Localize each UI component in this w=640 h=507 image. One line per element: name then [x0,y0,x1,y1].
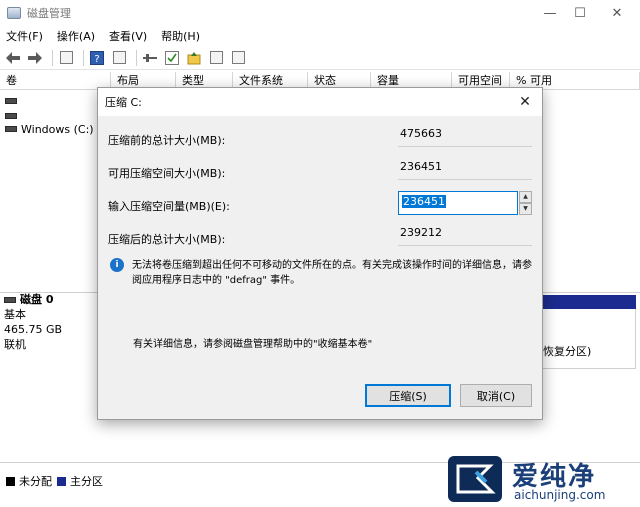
shrink-amount-spinner[interactable]: ▲ ▼ [519,191,532,215]
menu-bar: 文件(F) 操作(A) 查看(V) 帮助(H) [0,26,640,46]
recovery-partition-block[interactable] [540,309,636,369]
watermark-url: aichunjing.com [514,488,606,502]
toolbar-separator [83,49,84,66]
shrink-amount-input[interactable]: 236451 [398,191,518,215]
disk-management-icon [7,7,21,19]
total-before-label: 压缩前的总计大小(MB): [108,134,226,147]
dialog-title: 压缩 C: [105,96,142,109]
shrink-button[interactable]: 压缩(S) [365,384,451,407]
legend-unallocated-label: 未分配 [19,475,52,488]
menu-help[interactable]: 帮助(H) [161,28,200,44]
window-titlebar: 磁盘管理 — ☐ ✕ [0,0,640,26]
disk-size: 465.75 GB [4,323,63,336]
total-after-value: 239212 [398,224,532,246]
info-panel-icon[interactable] [207,49,225,67]
unallocated-swatch [6,476,15,486]
menu-action[interactable]: 操作(A) [57,28,95,44]
dialog-close-icon[interactable]: ✕ [516,93,534,111]
legend-primary-label: 主分区 [70,475,103,488]
cancel-button[interactable]: 取消(C) [460,384,532,407]
table-row[interactable]: Windows (C:) [0,121,94,137]
check-icon[interactable] [163,49,181,67]
total-after-label: 压缩后的总计大小(MB): [108,233,226,246]
legend-unallocated: 未分配 [6,473,52,489]
folder-up-icon[interactable] [185,49,203,67]
info-icon: i [110,258,124,272]
spin-down-icon[interactable]: ▼ [519,203,532,215]
total-before-value: 475663 [398,125,532,147]
recovery-partition-label: 恢复分区) [543,345,592,358]
list-view-icon[interactable] [229,49,247,67]
available-shrink-label: 可用压缩空间大小(MB): [108,167,226,180]
properties-icon[interactable] [110,49,128,67]
toolbar-separator [52,49,53,66]
window-title: 磁盘管理 [27,7,71,20]
disk-name: 磁盘 0 [20,293,54,306]
column-header-volume[interactable]: 卷 [0,72,111,90]
table-row[interactable] [0,93,21,109]
svg-text:?: ? [94,54,99,65]
legend-primary: 主分区 [57,473,103,489]
drive-icon [5,98,17,104]
menu-file[interactable]: 文件(F) [6,28,43,44]
watermark-logo: 爱纯净 aichunjing.com [446,454,636,504]
forward-arrow-icon[interactable] [26,49,44,67]
disk-icon [4,296,16,303]
disk-type: 基本 [4,308,26,321]
shrink-dialog: 压缩 C: ✕ 压缩前的总计大小(MB): 475663 可用压缩空间大小(MB… [97,87,543,420]
disk-info[interactable]: 磁盘 0 基本 465.75 GB 联机 [4,292,109,352]
primary-partition-bar[interactable] [540,295,636,309]
available-shrink-value: 236451 [398,158,532,180]
disk-status: 联机 [4,338,26,351]
drive-icon [5,126,17,132]
back-arrow-icon[interactable] [4,49,22,67]
connect-icon[interactable] [141,49,159,67]
close-window-button[interactable]: ✕ [594,0,640,26]
help-reference-text: 有关详细信息，请参阅磁盘管理帮助中的"收缩基本卷" [133,339,373,350]
console-tree-icon[interactable] [57,49,75,67]
dialog-titlebar: 压缩 C: [98,88,542,116]
shrink-amount-label: 输入压缩空间量(MB)(E): [108,200,230,213]
toolbar-separator [136,49,137,66]
shrink-amount-value: 236451 [402,195,446,208]
spin-up-icon[interactable]: ▲ [519,191,532,203]
shrink-info-text: 无法将卷压缩到超出任何不可移动的文件所在的点。有关完成该操作时间的详细信息，请参… [132,260,532,286]
menu-view[interactable]: 查看(V) [109,28,147,44]
volume-name: Windows (C:) [21,122,94,136]
help-icon[interactable]: ? [88,49,106,67]
primary-swatch [57,476,66,486]
toolbar: ? [0,46,640,70]
drive-icon [5,113,17,119]
